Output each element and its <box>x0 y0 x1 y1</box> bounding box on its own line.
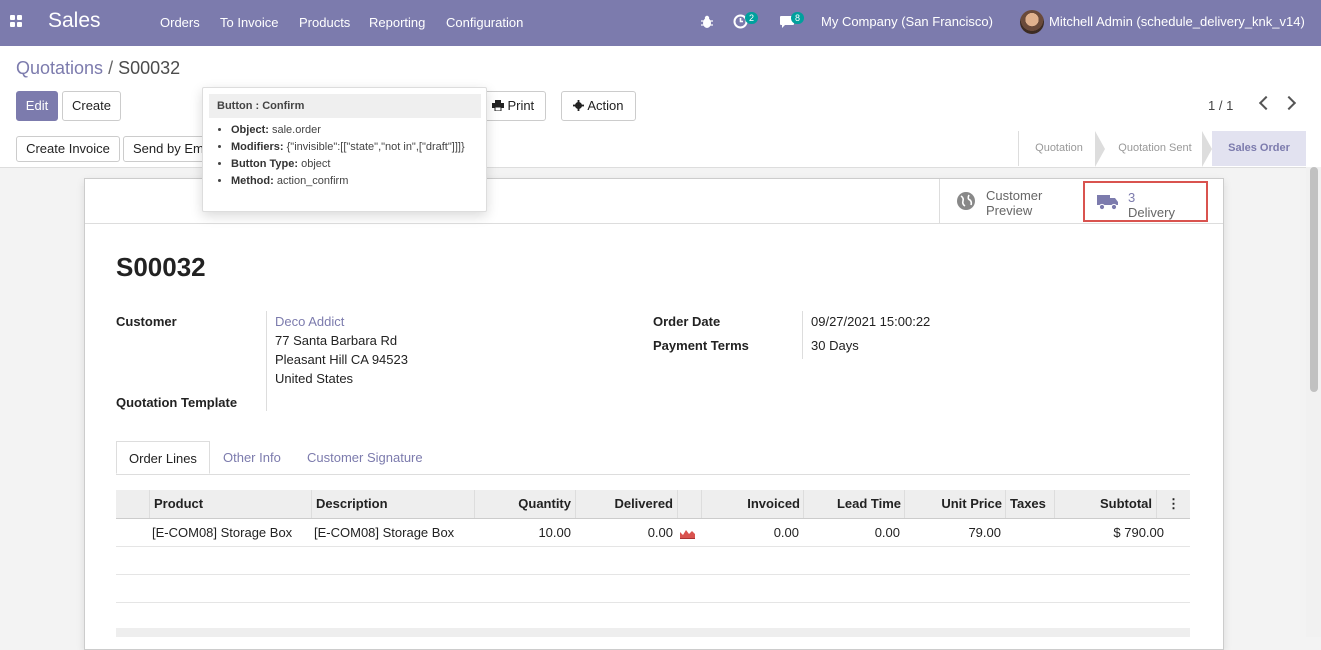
row-lead-time[interactable]: 0.00 <box>803 519 900 547</box>
messages-count-badge: 8 <box>791 12 805 24</box>
apps-menu-icon[interactable] <box>10 15 24 29</box>
app-name[interactable]: Sales <box>48 9 101 33</box>
stage-quotation[interactable]: Quotation <box>1019 131 1099 166</box>
row-subtotal: $ 790.00 <box>1113 525 1164 540</box>
tab-other-info[interactable]: Other Info <box>223 441 281 474</box>
truck-icon <box>1097 195 1118 211</box>
action-button[interactable]: Action <box>561 91 636 121</box>
customer-preview-line1: Customer <box>986 188 1043 203</box>
customer-label: Customer <box>116 314 177 329</box>
user-avatar[interactable] <box>1020 10 1044 34</box>
col-lead-time[interactable]: Lead Time <box>803 490 905 518</box>
stage-quotation-sent[interactable]: Quotation Sent <box>1105 131 1205 166</box>
empty-row <box>116 575 1190 603</box>
payment-terms-label: Payment Terms <box>653 338 749 353</box>
menu-reporting[interactable]: Reporting <box>369 15 425 30</box>
customer-preview-button[interactable]: Customer Preview <box>939 179 1083 223</box>
activity-count-badge: 2 <box>745 12 759 24</box>
row-quantity[interactable]: 10.00 <box>474 519 571 547</box>
print-icon <box>491 100 504 112</box>
tooltip-button-type: object <box>301 158 331 170</box>
customer-link[interactable]: Deco Addict <box>275 314 344 329</box>
customer-address-line1: 77 Santa Barbara Rd <box>275 333 398 348</box>
order-date-label: Order Date <box>653 314 721 329</box>
print-button[interactable]: Print <box>480 91 546 121</box>
page-scrollbar[interactable] <box>1306 167 1321 637</box>
menu-products[interactable]: Products <box>299 15 350 30</box>
row-product[interactable]: [E-COM08] Storage Box <box>152 519 292 547</box>
breadcrumb-separator: / <box>108 58 114 78</box>
button-tooltip: Button : Confirm Object: sale.order Modi… <box>202 87 487 212</box>
tooltip-object: sale.order <box>271 124 321 136</box>
edit-button[interactable]: Edit <box>16 91 58 121</box>
pager-previous-icon[interactable] <box>1258 95 1274 111</box>
breadcrumb: Quotations / S00032 <box>16 58 180 79</box>
order-date-value: 09/27/2021 15:00:22 <box>811 314 931 329</box>
col-taxes[interactable]: Taxes <box>1005 490 1055 518</box>
tooltip-title: Button : Confirm <box>209 94 481 118</box>
col-delivered[interactable]: Delivered <box>575 490 677 518</box>
row-invoiced: 0.00 <box>773 525 799 540</box>
pager-next-icon[interactable] <box>1281 95 1297 111</box>
row-unit-price[interactable]: 79.00 <box>904 519 1001 547</box>
delivery-smart-button[interactable]: 3 Delivery <box>1083 181 1208 222</box>
control-panel: Quotations / S00032 Edit Create Print Ac… <box>0 46 1321 132</box>
stage-sales-order[interactable]: Sales Order <box>1212 131 1306 166</box>
tooltip-method: action_confirm <box>276 175 349 187</box>
print-label: Print <box>507 98 535 113</box>
col-unit-price[interactable]: Unit Price <box>904 490 1006 518</box>
globe-icon <box>957 192 975 210</box>
breadcrumb-quotations-link[interactable]: Quotations <box>16 58 103 78</box>
menu-orders[interactable]: Orders <box>160 15 200 30</box>
forecast-chart-icon[interactable] <box>680 528 695 539</box>
quotation-template-label: Quotation Template <box>116 395 238 410</box>
customer-address-line2: Pleasant Hill CA 94523 <box>275 352 408 367</box>
tooltip-modifiers: {"invisible":[["state","not in",["draft"… <box>286 141 465 153</box>
top-navbar: Sales Orders To Invoice Products Reporti… <box>0 0 1321 46</box>
gear-icon <box>573 100 585 111</box>
create-invoice-button[interactable]: Create Invoice <box>16 136 120 162</box>
row-description[interactable]: [E-COM08] Storage Box <box>314 519 454 547</box>
empty-row <box>116 602 1190 630</box>
menu-to-invoice[interactable]: To Invoice <box>220 15 279 30</box>
delivery-label: Delivery <box>1128 205 1175 220</box>
user-menu[interactable]: Mitchell Admin (schedule_delivery_knk_v1… <box>1049 14 1305 29</box>
pager-value[interactable]: 1 / 1 <box>1208 98 1233 113</box>
delivery-count: 3 <box>1128 190 1136 205</box>
tab-order-lines[interactable]: Order Lines <box>116 441 210 474</box>
breadcrumb-current: S00032 <box>118 58 181 78</box>
company-switcher[interactable]: My Company (San Francisco) <box>821 14 993 29</box>
empty-row <box>116 547 1190 575</box>
debug-bug-icon[interactable] <box>700 15 714 29</box>
table-footer <box>116 628 1190 637</box>
menu-configuration[interactable]: Configuration <box>446 15 523 30</box>
optional-columns-icon[interactable]: ⋮ <box>1156 490 1190 518</box>
col-product[interactable]: Product <box>149 490 312 518</box>
create-button[interactable]: Create <box>62 91 121 121</box>
customer-address-line3: United States <box>275 371 354 386</box>
col-invoiced[interactable]: Invoiced <box>701 490 804 518</box>
row-delivered: 0.00 <box>647 525 673 540</box>
col-quantity[interactable]: Quantity <box>474 490 575 518</box>
notebook-tabs: Order Lines Other Info Customer Signatur… <box>116 441 1190 475</box>
status-bar: Create Invoice Send by Em Quotation Quot… <box>0 131 1321 168</box>
col-subtotal[interactable]: Subtotal <box>1054 490 1156 518</box>
table-header: Product Description Quantity Delivered I… <box>116 490 1190 519</box>
action-label: Action <box>587 98 624 113</box>
tab-customer-signature[interactable]: Customer Signature <box>307 441 423 474</box>
payment-terms-value: 30 Days <box>811 338 859 353</box>
col-description[interactable]: Description <box>311 490 475 518</box>
record-title: S00032 <box>116 252 206 282</box>
customer-preview-line2: Preview <box>986 203 1033 218</box>
